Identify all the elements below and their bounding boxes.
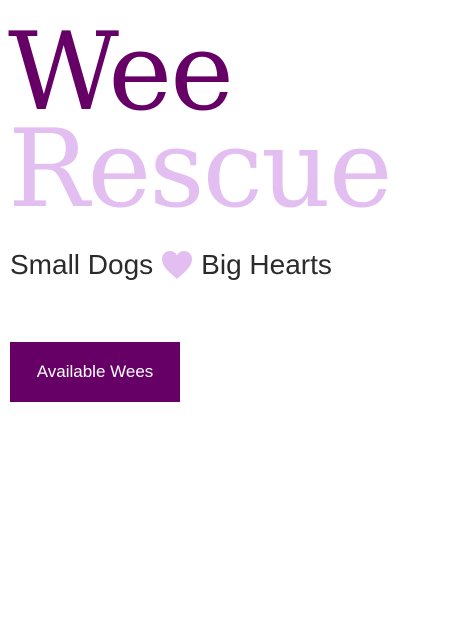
- available-wees-button[interactable]: Available Wees: [10, 342, 180, 402]
- site-title-rescue: Rescue: [8, 107, 393, 232]
- tagline: Small Dogs Big Hearts: [10, 247, 332, 283]
- heart-icon: [161, 250, 193, 280]
- tagline-small-dogs: Small Dogs: [10, 249, 154, 280]
- page: Wee Rescue Small Dogs Big Hearts Availab…: [0, 0, 469, 627]
- tagline-big-hearts: Big Hearts: [201, 249, 332, 280]
